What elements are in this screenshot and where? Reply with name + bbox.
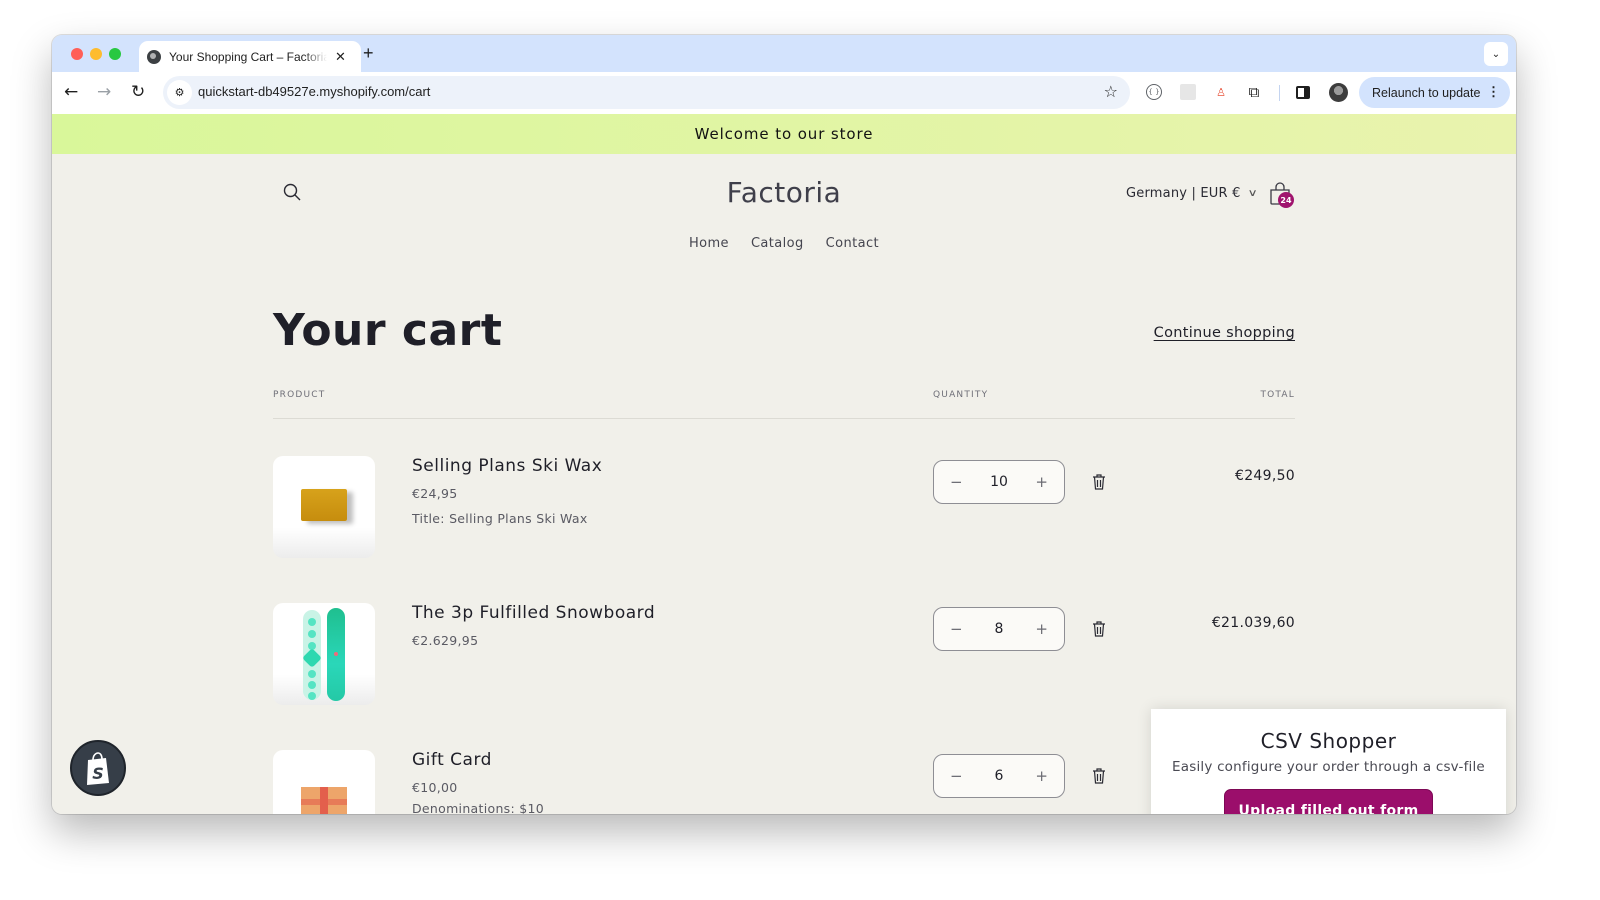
gift-card-image xyxy=(301,787,347,814)
product-price: €2.629,95 xyxy=(412,633,479,648)
product-option: Denominations: $10 xyxy=(412,801,545,814)
product-price: €24,95 xyxy=(412,486,458,501)
relaunch-label: Relaunch to update xyxy=(1372,85,1481,100)
continue-shopping-link[interactable]: Continue shopping xyxy=(1154,325,1295,341)
product-option: Title: Selling Plans Ski Wax xyxy=(412,511,588,526)
quantity-input[interactable]: 6 xyxy=(995,768,1004,784)
product-image[interactable] xyxy=(273,750,375,814)
browser-toolbar: ← → ↻ ⚙ quickstart-db49527e.myshopify.co… xyxy=(52,72,1516,114)
chevron-down-icon: ∨ xyxy=(1247,188,1258,199)
side-panel-icon[interactable] xyxy=(1296,86,1310,99)
store-logo[interactable]: Factoria xyxy=(52,176,1516,209)
bookmark-star-icon[interactable]: ☆ xyxy=(1104,82,1118,101)
decrease-quantity-button[interactable]: − xyxy=(950,473,963,491)
product-image[interactable] xyxy=(273,456,375,558)
cart-item: The 3p Fulfilled Snowboard €2.629,95 − 8… xyxy=(273,603,1295,707)
trash-icon[interactable] xyxy=(1092,768,1106,784)
column-header-quantity: QUANTITY xyxy=(933,390,989,400)
extension-icon[interactable]: ♙ xyxy=(1213,84,1229,100)
shopify-button[interactable]: S xyxy=(70,740,126,796)
minimize-window-button[interactable] xyxy=(90,48,102,60)
locale-selector[interactable]: Germany | EUR € ∨ xyxy=(1126,186,1258,201)
screen: Your Shopping Cart – Factoria ✕ + ⌄ ← → … xyxy=(0,0,1600,900)
quantity-input[interactable]: 10 xyxy=(990,474,1008,490)
csv-shopper-subtitle: Easily configure your order through a cs… xyxy=(1172,759,1485,775)
upload-form-button[interactable]: Upload filled out form xyxy=(1224,789,1433,814)
nav-home[interactable]: Home xyxy=(689,236,729,251)
increase-quantity-button[interactable]: + xyxy=(1035,767,1048,785)
tab-title: Your Shopping Cart – Factoria xyxy=(169,49,327,64)
close-tab-icon[interactable]: ✕ xyxy=(335,49,346,65)
shopify-bag-icon: S xyxy=(87,752,109,785)
cart-item: Gift Card €10,00 Denominations: $10 − 6 … xyxy=(273,750,1295,814)
line-total: €21.039,60 xyxy=(1211,615,1295,631)
quantity-stepper: − 8 + xyxy=(933,607,1065,651)
store-page: Welcome to our store Factoria Home Catal… xyxy=(52,114,1516,814)
back-arrow-icon[interactable]: ← xyxy=(64,82,78,102)
csv-shopper-title: CSV Shopper xyxy=(1260,729,1397,753)
decrease-quantity-button[interactable]: − xyxy=(950,620,963,638)
toolbar-divider xyxy=(1279,85,1280,101)
product-name[interactable]: The 3p Fulfilled Snowboard xyxy=(412,603,655,623)
header-divider xyxy=(273,418,1295,419)
line-total: €249,50 xyxy=(1235,468,1295,484)
close-window-button[interactable] xyxy=(71,48,83,60)
quantity-input[interactable]: 8 xyxy=(995,621,1004,637)
maximize-window-button[interactable] xyxy=(109,48,121,60)
increase-quantity-button[interactable]: + xyxy=(1035,473,1048,491)
main-nav: Home Catalog Contact xyxy=(52,236,1516,251)
snowboard-image xyxy=(327,608,345,701)
browser-window: Your Shopping Cart – Factoria ✕ + ⌄ ← → … xyxy=(52,35,1516,814)
locale-label: Germany | EUR € xyxy=(1126,186,1241,201)
product-name[interactable]: Selling Plans Ski Wax xyxy=(412,456,602,476)
extension-icon[interactable]: { } xyxy=(1146,84,1162,100)
tab-search-button[interactable]: ⌄ xyxy=(1484,42,1508,66)
increase-quantity-button[interactable]: + xyxy=(1035,620,1048,638)
product-name[interactable]: Gift Card xyxy=(412,750,492,770)
cart-item: Selling Plans Ski Wax €24,95 Title: Sell… xyxy=(273,456,1295,560)
url-text[interactable]: quickstart-db49527e.myshopify.com/cart xyxy=(198,84,430,99)
quantity-stepper: − 6 + xyxy=(933,754,1065,798)
column-header-total: TOTAL xyxy=(1260,390,1295,400)
nav-contact[interactable]: Contact xyxy=(826,236,879,251)
column-header-product: PRODUCT xyxy=(273,390,326,400)
product-image[interactable] xyxy=(273,603,375,705)
decrease-quantity-button[interactable]: − xyxy=(950,767,963,785)
announcement-bar: Welcome to our store xyxy=(52,114,1516,154)
forward-arrow-icon[interactable]: → xyxy=(97,82,111,102)
announcement-text: Welcome to our store xyxy=(694,125,874,143)
page-title: Your cart xyxy=(273,305,503,356)
cart-count-badge: 24 xyxy=(1278,192,1294,208)
tab-strip: Your Shopping Cart – Factoria ✕ + ⌄ xyxy=(52,35,1516,72)
profile-avatar[interactable] xyxy=(1329,83,1348,102)
menu-kebab-icon[interactable]: ⋮ xyxy=(1487,84,1500,100)
quantity-stepper: − 10 + xyxy=(933,460,1065,504)
nav-catalog[interactable]: Catalog xyxy=(751,236,804,251)
relaunch-button[interactable]: Relaunch to update ⋮ xyxy=(1359,77,1510,108)
address-bar[interactable]: ⚙ quickstart-db49527e.myshopify.com/cart… xyxy=(163,76,1130,109)
site-settings-icon[interactable]: ⚙ xyxy=(167,80,192,105)
store-header: Factoria Home Catalog Contact Germany | … xyxy=(52,154,1516,269)
new-tab-button[interactable]: + xyxy=(363,43,374,64)
svg-text:S: S xyxy=(92,764,104,783)
snowboard-image xyxy=(302,610,322,700)
ski-wax-image xyxy=(301,489,347,521)
csv-shopper-widget: CSV Shopper Easily configure your order … xyxy=(1151,709,1506,814)
trash-icon[interactable] xyxy=(1092,621,1106,637)
tab-active[interactable]: Your Shopping Cart – Factoria ✕ xyxy=(139,41,361,72)
reload-icon[interactable]: ↻ xyxy=(131,82,145,102)
globe-icon xyxy=(147,49,161,64)
product-price: €10,00 xyxy=(412,780,458,795)
extensions-puzzle-icon[interactable]: ⧉ xyxy=(1246,83,1262,101)
trash-icon[interactable] xyxy=(1092,474,1106,490)
extension-icon[interactable] xyxy=(1180,84,1196,100)
